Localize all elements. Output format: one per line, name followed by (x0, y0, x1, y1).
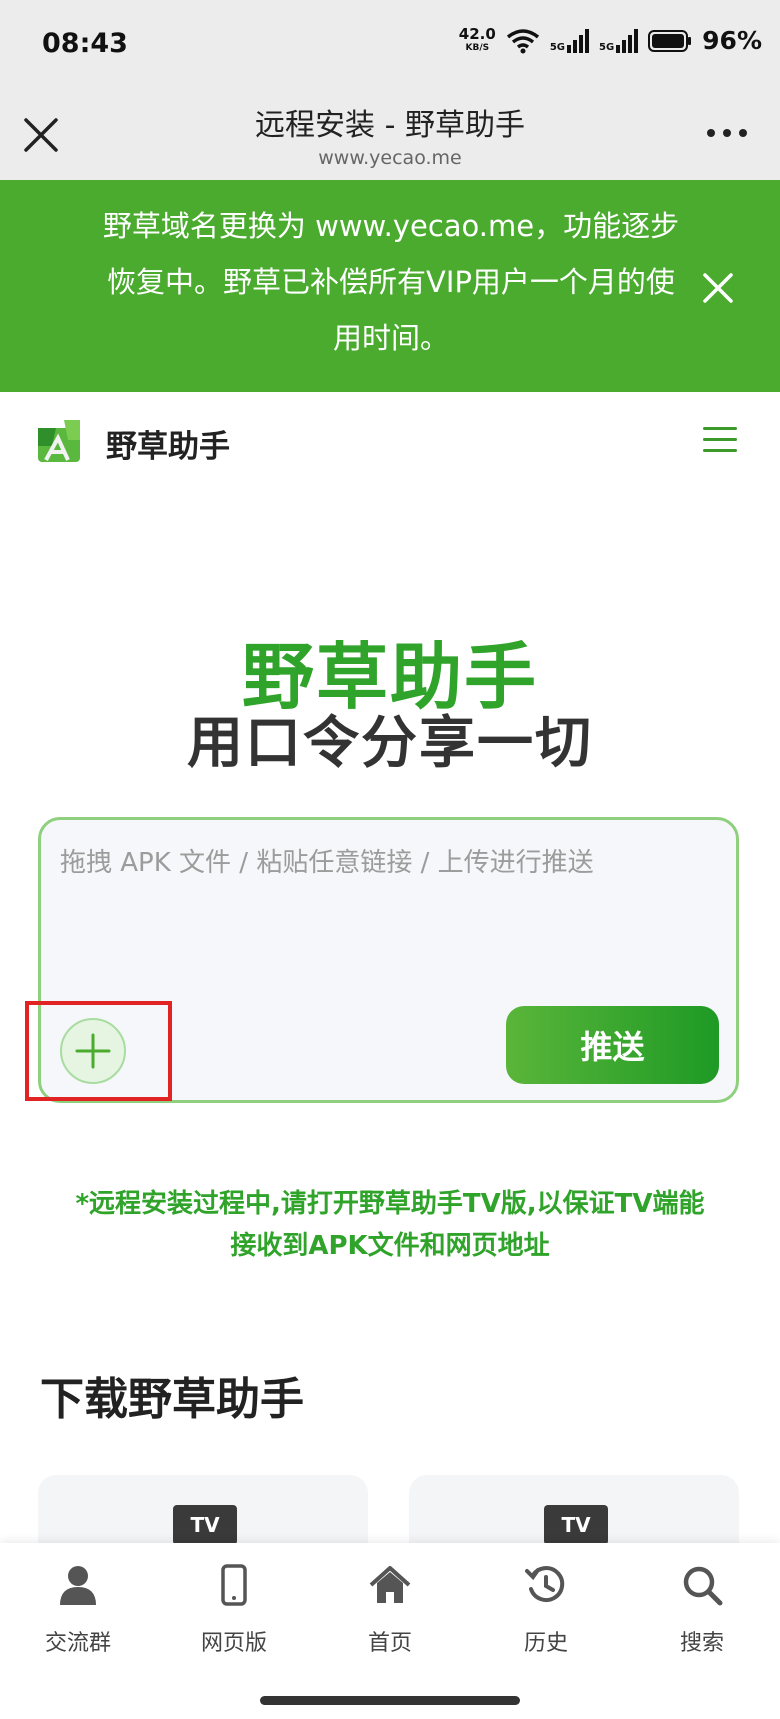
nav-item-web[interactable]: 网页版 (174, 1563, 294, 1657)
nav-item-search[interactable]: 搜索 (642, 1563, 762, 1657)
menu-icon[interactable] (703, 425, 737, 455)
page-url: www.yecao.me (318, 147, 462, 169)
search-icon (683, 1566, 723, 1606)
page-title: 远程安装 - 野草助手 (255, 108, 525, 143)
nav-item-home[interactable]: 首页 (330, 1563, 450, 1657)
status-icons: 42.0 KB/S 5G 5G 96% (459, 26, 762, 55)
download-heading: 下载野草助手 (40, 1374, 304, 1425)
phone-icon (221, 1564, 247, 1606)
notice-text: 野草域名更换为 www.yecao.me，功能逐步恢复中。野草已补偿所有VIP用… (102, 209, 680, 355)
status-time: 08:43 (42, 28, 128, 59)
nav-item-group[interactable]: 交流群 (18, 1563, 138, 1657)
nav-item-history[interactable]: 历史 (486, 1563, 606, 1657)
net-speed: 42.0 KB/S (458, 24, 496, 53)
battery-percent: 96% (702, 26, 762, 55)
signal-2: 5G (599, 28, 639, 53)
user-icon (60, 1566, 96, 1605)
logo-icon (38, 420, 80, 462)
tv-badge: TV (173, 1505, 237, 1545)
battery-icon (648, 29, 692, 52)
signal-1: 5G (550, 28, 589, 53)
history-icon (525, 1566, 565, 1603)
site-name: 野草助手 (106, 429, 230, 465)
close-icon[interactable] (700, 270, 736, 306)
remote-install-hint: *远程安装过程中,请打开野草助手TV版,以保证TV端能 接收到APK文件和网页地… (75, 1189, 705, 1261)
signal-bars-icon (616, 28, 639, 53)
wifi-icon (506, 28, 539, 53)
tv-badge: TV (544, 1505, 608, 1545)
signal-bars-icon (566, 28, 589, 53)
highlight-box (25, 1001, 172, 1101)
more-options-icon[interactable] (702, 118, 752, 148)
home-indicator[interactable] (260, 1696, 520, 1705)
home-icon (369, 1566, 411, 1603)
hero-subtitle: 用口令分享一切 (187, 711, 593, 776)
push-input-placeholder: 拖拽 APK 文件 / 粘贴任意链接 / 上传进行推送 (60, 848, 594, 878)
push-button[interactable]: 推送 (506, 1006, 719, 1084)
